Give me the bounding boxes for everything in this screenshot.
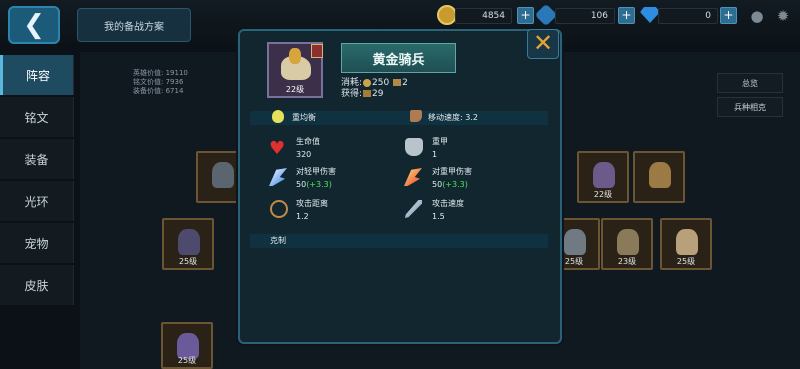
unit-type: 重均衡 <box>292 113 316 122</box>
heavy-damage-label: 对重甲伤害 <box>432 167 472 176</box>
unit-figure <box>212 162 234 188</box>
unit-card[interactable]: 25级 <box>162 218 214 270</box>
unit-figure <box>178 229 200 255</box>
gold-coin-icon <box>437 5 457 25</box>
unit-card[interactable]: 25级 <box>660 218 712 270</box>
inscription-value: 铭文价值: 7936 <box>133 78 184 86</box>
sidebar-item-skin[interactable]: 皮肤 <box>0 265 74 305</box>
unit-figure <box>649 162 671 188</box>
portrait-level: 22级 <box>285 85 305 94</box>
heavy-damage-value: 50(+3.3) <box>432 180 468 189</box>
unit-figure <box>564 229 586 255</box>
attack-speed-value: 1.5 <box>432 212 445 221</box>
armor-label: 重甲 <box>432 137 448 146</box>
counter-bar <box>250 234 548 248</box>
gold-amount: 4854 <box>455 8 512 24</box>
balance-icon <box>272 110 284 123</box>
close-button[interactable]: ✕ <box>527 29 559 59</box>
range-label: 攻击距离 <box>296 199 328 208</box>
sidebar-item-inscription[interactable]: 铭文 <box>0 97 74 137</box>
hp-label: 生命值 <box>296 137 320 146</box>
gear-icon[interactable]: ✹ <box>774 7 792 25</box>
profile-icon[interactable]: ● <box>748 7 766 25</box>
sidebar: 阵容 铭文 装备 光环 宠物 皮肤 <box>0 55 74 307</box>
armor-value: 1 <box>432 150 438 159</box>
bow-icon <box>270 200 288 218</box>
attack-speed-label: 攻击速度 <box>432 199 464 208</box>
move-speed: 移动速度: 3.2 <box>428 113 478 122</box>
hero-value: 英雄价值: 19110 <box>133 69 188 77</box>
add-blue-gem-button[interactable]: + <box>618 7 635 24</box>
unit-name: 黄金骑兵 <box>341 43 456 73</box>
light-damage-label: 对轻甲伤害 <box>296 167 336 176</box>
sidebar-item-equipment[interactable]: 装备 <box>0 139 74 179</box>
armor-icon <box>405 138 423 156</box>
sidebar-item-aura[interactable]: 光环 <box>0 181 74 221</box>
reward-icon <box>363 90 372 97</box>
light-damage-value: 50(+3.3) <box>296 180 332 189</box>
unit-card[interactable]: 22级 <box>577 151 629 203</box>
value-stats: 英雄价值: 19110 铭文价值: 7936 装备价值: 6714 <box>133 69 188 96</box>
rank-badge-icon <box>311 44 323 58</box>
unit-card[interactable] <box>633 151 685 203</box>
battle-plan-button[interactable]: 我的备战方案 <box>77 8 191 42</box>
boot-icon <box>410 110 422 122</box>
counter-label: 克制 <box>270 236 286 245</box>
knight-figure <box>289 48 301 64</box>
heart-icon: ♥ <box>269 138 286 159</box>
counter-chart-button[interactable]: 兵种相克 <box>717 97 783 117</box>
range-value: 1.2 <box>296 212 309 221</box>
equipment-value: 装备价值: 6714 <box>133 87 184 95</box>
chevron-left-icon: ❮ <box>23 10 45 40</box>
cost-info: 消耗: 250 2 获得: 29 <box>341 78 408 99</box>
add-diamond-button[interactable]: + <box>720 7 737 24</box>
unit-figure <box>617 229 639 255</box>
diamond-amount: 0 <box>658 8 718 24</box>
unit-card[interactable]: 25级 <box>161 322 213 369</box>
overview-button[interactable]: 总览 <box>717 73 783 93</box>
unit-figure <box>593 162 615 188</box>
hp-value: 320 <box>296 150 312 159</box>
food-icon <box>393 79 402 86</box>
unit-card[interactable]: 23级 <box>601 218 653 270</box>
sidebar-item-pet[interactable]: 宠物 <box>0 223 74 263</box>
add-gold-button[interactable]: + <box>517 7 534 24</box>
blue-gem-amount: 106 <box>555 8 615 24</box>
back-button[interactable]: ❮ <box>8 6 60 44</box>
unit-figure <box>676 229 698 255</box>
gold-icon <box>363 78 372 87</box>
sidebar-item-lineup[interactable]: 阵容 <box>0 55 74 95</box>
